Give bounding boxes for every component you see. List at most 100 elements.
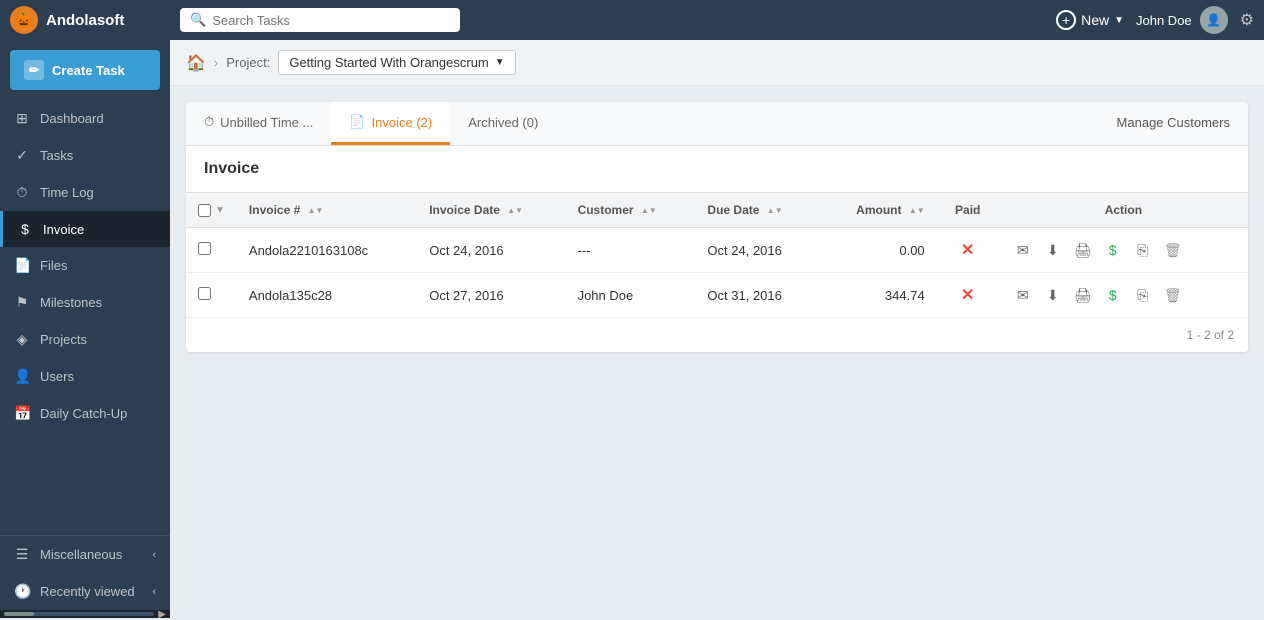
users-icon: 👤 (14, 368, 30, 385)
download-icon[interactable]: ⬇ (1041, 283, 1065, 307)
delete-icon[interactable]: 🗑 (1161, 283, 1185, 307)
cell-paid: ✕ (937, 273, 999, 318)
sort-arrows-amount: ▲▼ (909, 207, 925, 215)
gear-icon[interactable]: ⚙ (1240, 10, 1254, 30)
main-layout: ✏ Create Task ⊞ Dashboard ✓ Tasks ⏱ Time… (0, 40, 1264, 618)
sidebar-item-label: Users (40, 369, 74, 384)
cell-invoice-num: Andola135c28 (237, 273, 417, 318)
sidebar-item-milestones[interactable]: ⚑ Milestones (0, 284, 170, 321)
sidebar-nav: ⊞ Dashboard ✓ Tasks ⏱ Time Log $ Invoice… (0, 100, 170, 535)
dropdown-arrow-icon: ▼ (495, 57, 505, 68)
download-icon[interactable]: ⬇ (1041, 238, 1065, 262)
table-header-row: ▼ Invoice # ▲▼ Invoice Date ▲▼ Customer … (186, 193, 1248, 228)
dashboard-icon: ⊞ (14, 110, 30, 127)
create-task-icon: ✏ (24, 60, 44, 80)
sidebar-item-dailycatchup[interactable]: 📅 Daily Catch-Up (0, 395, 170, 432)
new-label: New (1081, 12, 1109, 28)
header-customer[interactable]: Customer ▲▼ (566, 193, 696, 228)
email-icon[interactable]: ✉ (1011, 238, 1035, 262)
cell-invoice-num: Andola2210163108c (237, 228, 417, 273)
cell-customer: --- (566, 228, 696, 273)
chevron-left-icon: ‹ (152, 549, 156, 561)
invoice-panel: ⏱ Unbilled Time ... 📄 Invoice (2) Archiv… (170, 86, 1264, 618)
files-icon: 📄 (14, 257, 30, 274)
header-checkbox-col: ▼ (186, 193, 237, 228)
search-input[interactable] (212, 13, 450, 28)
create-task-button[interactable]: ✏ Create Task (10, 50, 160, 90)
cell-amount: 0.00 (820, 228, 936, 273)
cell-action: ✉ ⬇ 🖨 $ ⎘ 🗑 (999, 273, 1248, 318)
top-nav: 🎃 Andolasoft 🔍 + New ▼ John Doe 👤 ⚙ (0, 0, 1264, 40)
header-invoice-date[interactable]: Invoice Date ▲▼ (417, 193, 565, 228)
tasks-icon: ✓ (14, 147, 30, 164)
row-checkbox-cell (186, 228, 237, 273)
milestones-icon: ⚑ (14, 294, 30, 311)
row-checkbox-1[interactable] (198, 287, 211, 300)
cell-customer: John Doe (566, 273, 696, 318)
header-invoice-num[interactable]: Invoice # ▲▼ (237, 193, 417, 228)
header-due-date[interactable]: Due Date ▲▼ (695, 193, 820, 228)
header-amount[interactable]: Amount ▲▼ (820, 193, 936, 228)
sort-arrows-duedate: ▲▼ (767, 207, 783, 215)
copy-icon[interactable]: ⎘ (1131, 238, 1155, 262)
invoice-table: ▼ Invoice # ▲▼ Invoice Date ▲▼ Customer … (186, 192, 1248, 318)
invoice-tab-icon: 📄 (349, 114, 365, 130)
sidebar-item-timelog[interactable]: ⏱ Time Log (0, 174, 170, 211)
sidebar-bottom: ☰ Miscellaneous ‹ 🕐 Recently viewed ‹ (0, 535, 170, 610)
search-box[interactable]: 🔍 (180, 8, 460, 32)
breadcrumb-separator: › (214, 55, 218, 70)
dollar-icon[interactable]: $ (1101, 238, 1125, 262)
user-name: John Doe (1136, 13, 1192, 28)
sidebar-item-label: Miscellaneous (40, 547, 122, 562)
scrollbar-track (4, 612, 154, 616)
sidebar-item-label: Projects (40, 332, 87, 347)
table-row: Andola2210163108c Oct 24, 2016 --- Oct 2… (186, 228, 1248, 273)
dollar-icon[interactable]: $ (1101, 283, 1125, 307)
sidebar-item-label: Milestones (40, 295, 102, 310)
sidebar-item-dashboard[interactable]: ⊞ Dashboard (0, 100, 170, 137)
sidebar-item-recentlyviewed[interactable]: 🕐 Recently viewed ‹ (0, 573, 170, 610)
plus-circle-icon: + (1056, 10, 1076, 30)
miscellaneous-icon: ☰ (14, 546, 30, 563)
project-label: Project: (226, 55, 270, 70)
scrollbar-area: ▶ (0, 610, 170, 618)
tab-archived[interactable]: Archived (0) (450, 102, 556, 145)
nav-right: + New ▼ John Doe 👤 ⚙ (1056, 6, 1254, 34)
cell-paid: ✕ (937, 228, 999, 273)
new-button[interactable]: + New ▼ (1056, 10, 1124, 30)
select-all-checkbox[interactable] (198, 204, 211, 217)
email-icon[interactable]: ✉ (1011, 283, 1035, 307)
tabs-bar: ⏱ Unbilled Time ... 📄 Invoice (2) Archiv… (186, 102, 1248, 146)
sidebar-item-users[interactable]: 👤 Users (0, 358, 170, 395)
sidebar-item-miscellaneous[interactable]: ☰ Miscellaneous ‹ (0, 536, 170, 573)
print-icon[interactable]: 🖨 (1071, 283, 1095, 307)
sidebar-item-projects[interactable]: ◈ Projects (0, 321, 170, 358)
paid-x-icon: ✕ (961, 287, 974, 304)
paid-x-icon: ✕ (961, 242, 974, 259)
chevron-down-icon: ▼ (1114, 15, 1124, 26)
avatar: 👤 (1200, 6, 1228, 34)
sidebar-item-label: Daily Catch-Up (40, 406, 127, 421)
tab-unbilledtime[interactable]: ⏱ Unbilled Time ... (186, 102, 331, 145)
row-checkbox-0[interactable] (198, 242, 211, 255)
create-task-label: Create Task (52, 63, 125, 78)
chevron-left-icon-2: ‹ (152, 586, 156, 598)
scrollbar-thumb[interactable] (4, 612, 34, 616)
home-icon[interactable]: 🏠 (186, 53, 206, 73)
sort-dropdown-icon[interactable]: ▼ (215, 205, 225, 216)
sidebar: ✏ Create Task ⊞ Dashboard ✓ Tasks ⏱ Time… (0, 40, 170, 618)
print-icon[interactable]: 🖨 (1071, 238, 1095, 262)
sidebar-item-label: Tasks (40, 148, 73, 163)
invoice-icon: $ (17, 221, 33, 237)
project-dropdown[interactable]: Getting Started With Orangescrum ▼ (278, 50, 515, 75)
sidebar-item-files[interactable]: 📄 Files (0, 247, 170, 284)
logo-area: 🎃 Andolasoft (10, 6, 170, 34)
manage-customers-button[interactable]: Manage Customers (1099, 102, 1248, 145)
sidebar-item-invoice[interactable]: $ Invoice (0, 211, 170, 247)
copy-icon[interactable]: ⎘ (1131, 283, 1155, 307)
tab-invoice[interactable]: 📄 Invoice (2) (331, 102, 450, 145)
sidebar-item-tasks[interactable]: ✓ Tasks (0, 137, 170, 174)
pagination-info: 1 - 2 of 2 (186, 318, 1248, 352)
delete-icon[interactable]: 🗑 (1161, 238, 1185, 262)
unbilledtime-tab-icon: ⏱ (204, 114, 214, 130)
